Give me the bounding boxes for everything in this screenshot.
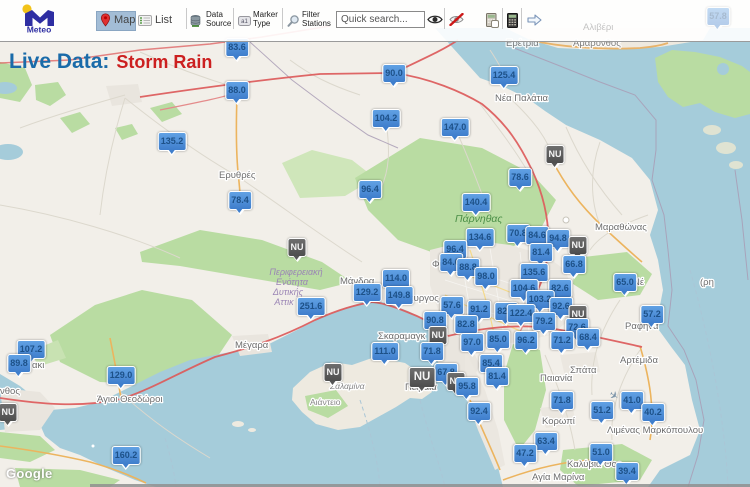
svg-text:Μαραθώνας: Μαραθώνας (595, 222, 647, 233)
svg-text:Meteo: Meteo (27, 25, 52, 35)
svg-text:Σπάτα: Σπάτα (570, 365, 597, 376)
svg-text:νθος: νθος (0, 386, 20, 397)
svg-text:Νέα Παλάτια: Νέα Παλάτια (495, 93, 549, 104)
svg-text:Αγία Μαρίνα: Αγία Μαρίνα (532, 472, 585, 483)
svg-text:a1: a1 (241, 19, 248, 25)
svg-text:Δυτικής: Δυτικής (272, 287, 304, 297)
svg-text:Άγιοι Θεοδώροι: Άγιοι Θεοδώροι (97, 394, 162, 405)
svg-text:Ερυθρές: Ερυθρές (219, 170, 256, 181)
svg-text:Μέγαρα: Μέγαρα (235, 340, 269, 351)
svg-text:Αιάντειο: Αιάντειο (310, 397, 341, 407)
svg-text:Αρτέμιδα: Αρτέμιδα (620, 355, 658, 366)
svg-text:Σκαραμαγκ: Σκαραμαγκ (378, 331, 426, 342)
svg-text:Παιανία: Παιανία (540, 373, 573, 384)
svg-text:Αττικ: Αττικ (273, 297, 294, 307)
svg-text:Περιφερειακή: Περιφερειακή (269, 267, 322, 277)
svg-text:Ενότητα: Ενότητα (276, 277, 309, 287)
svg-text:(ρη: (ρη (700, 277, 714, 288)
svg-text:Κορωπί: Κορωπί (542, 416, 576, 427)
